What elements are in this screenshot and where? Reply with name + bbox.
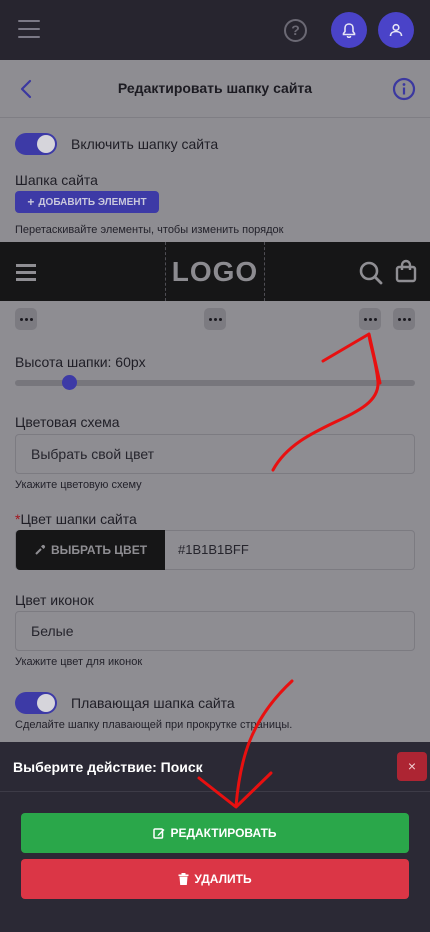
color-scheme-select[interactable]: Выбрать свой цвет [15,434,415,474]
header-editor-page: Редактировать шапку сайта Включить шапку… [0,60,430,742]
enable-header-toggle[interactable] [15,133,57,155]
pick-color-label: ВЫБРАТЬ ЦВЕТ [50,543,148,557]
header-color-input[interactable]: #1B1B1BFF [178,542,249,557]
preview-search-icon[interactable] [358,260,384,286]
pick-color-button[interactable]: ВЫБРАТЬ ЦВЕТ [16,530,165,570]
action-sheet: Выберите действие: Поиск × РЕДАКТИРОВАТЬ… [0,742,430,932]
user-icon [389,23,403,37]
header-color-field: ВЫБРАТЬ ЦВЕТ #1B1B1BFF [15,530,415,570]
app-bar: ? [0,0,430,60]
bell-icon [342,22,356,38]
add-element-label: ДОБАВИТЬ ЭЛЕМЕНТ [38,196,147,208]
floating-header-toggle[interactable] [15,692,57,714]
profile-button[interactable] [378,12,414,48]
icons-color-label: Цвет иконок [15,592,94,608]
enable-header-label: Включить шапку сайта [71,136,219,152]
edit-button[interactable]: РЕДАКТИРОВАТЬ [21,813,409,853]
edit-label: РЕДАКТИРОВАТЬ [170,826,277,840]
color-scheme-hint: Укажите цветовую схему [15,479,142,491]
notifications-button[interactable] [331,12,367,48]
preview-menu-icon[interactable] [16,264,36,285]
header-preview: LOGO [0,242,430,301]
menu-element-options-button[interactable] [15,308,37,330]
info-icon[interactable] [392,77,416,101]
plus-icon: + [27,195,35,209]
icons-color-select[interactable]: Белые [15,611,415,651]
page-title: Редактировать шапку сайта [117,80,313,96]
page-header: Редактировать шапку сайта [0,60,430,118]
sheet-divider [0,791,430,792]
icons-color-hint: Укажите цвет для иконок [15,656,143,668]
trash-icon [178,873,189,885]
color-scheme-label: Цветовая схема [15,414,120,430]
preview-logo[interactable]: LOGO [165,242,265,301]
delete-label: УДАЛИТЬ [194,872,252,886]
preview-cart-icon[interactable] [395,259,417,283]
height-slider-handle[interactable] [62,375,77,390]
sheet-title: Выберите действие: Поиск [13,759,203,775]
delete-button[interactable]: УДАЛИТЬ [21,859,409,899]
floating-header-label: Плавающая шапка сайта [71,695,235,711]
cart-element-options-button[interactable] [393,308,415,330]
menu-icon[interactable] [18,20,40,40]
header-color-label-text: Цвет шапки сайта [20,511,137,527]
edit-icon [153,828,165,839]
logo-element-options-button[interactable] [204,308,226,330]
help-icon[interactable]: ? [284,19,307,42]
eyedropper-icon [35,544,45,555]
header-section-label: Шапка сайта [15,172,98,188]
drag-hint: Перетаскивайте элементы, чтобы изменить … [15,224,284,236]
floating-header-hint: Сделайте шапку плавающей при прокрутке с… [15,719,293,731]
header-color-label: *Цвет шапки сайта [15,511,137,527]
add-element-button[interactable]: + ДОБАВИТЬ ЭЛЕМЕНТ [15,191,159,213]
close-button[interactable]: × [397,752,427,781]
search-element-options-button[interactable] [359,308,381,330]
height-label: Высота шапки: 60px [15,354,146,370]
